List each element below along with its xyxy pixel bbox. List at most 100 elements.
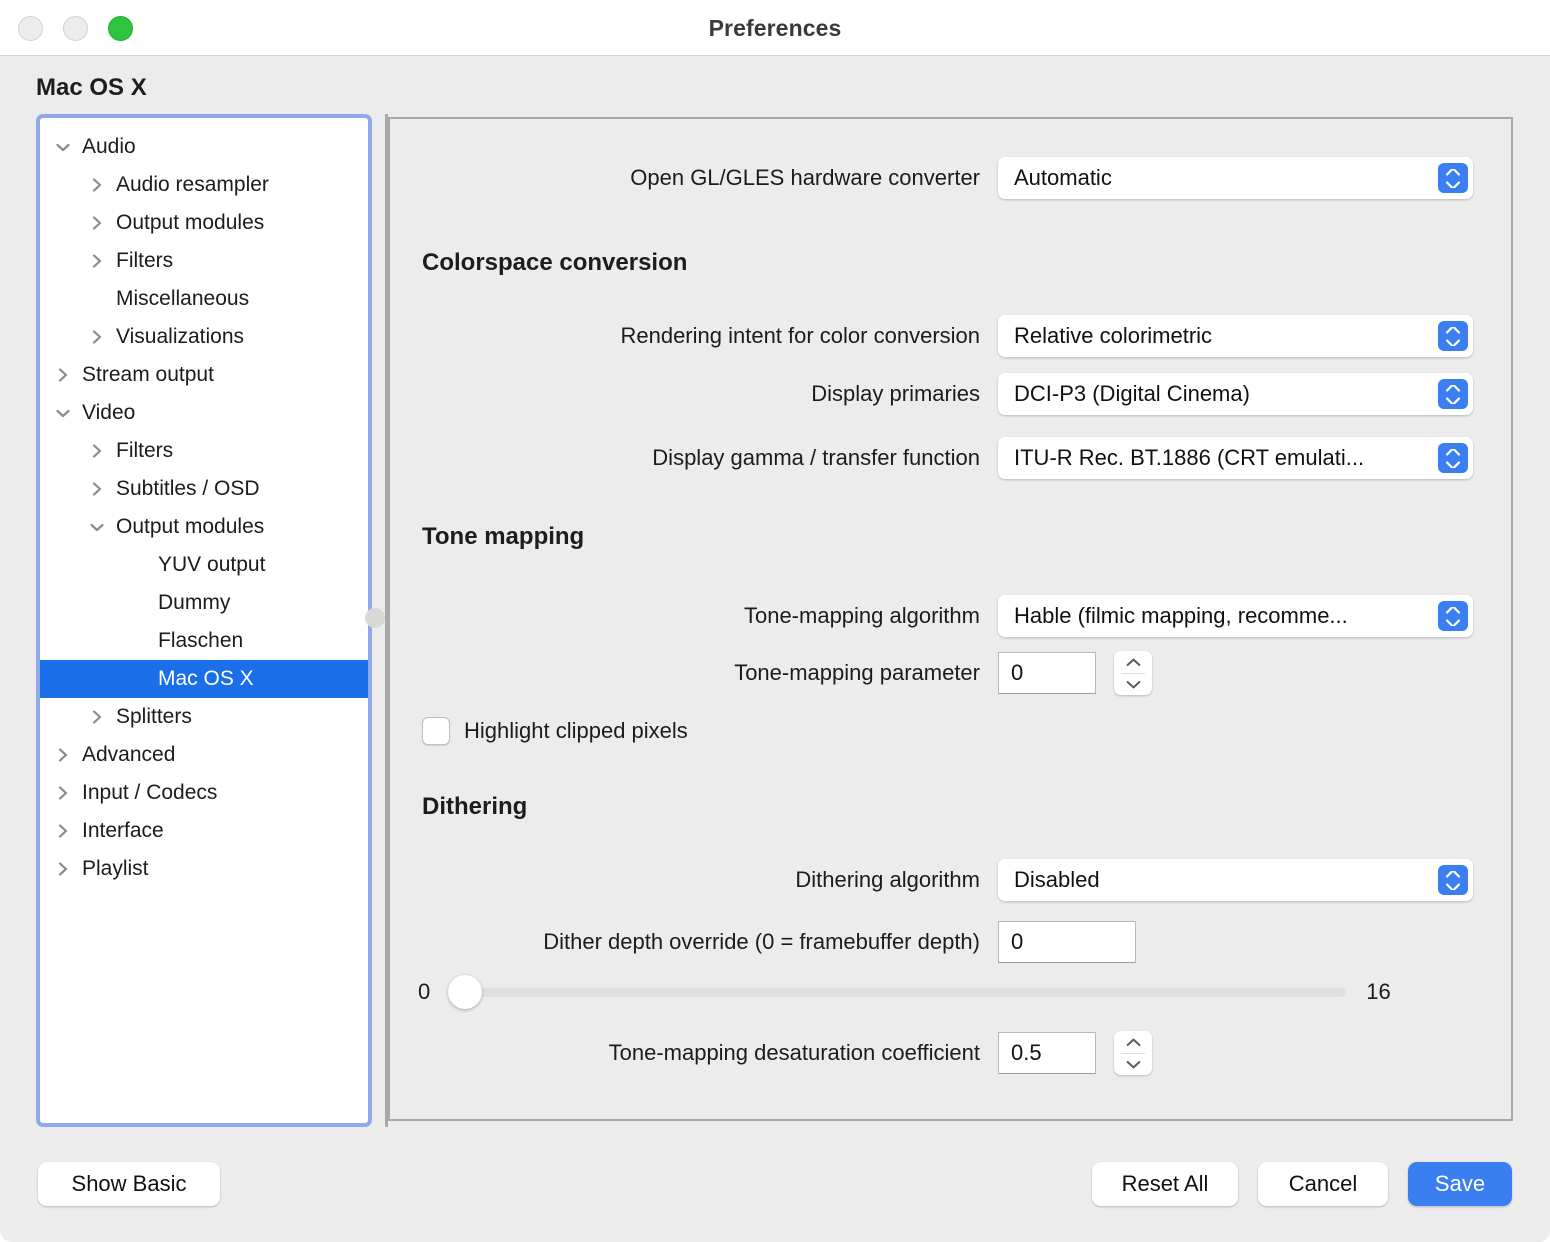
desaturation-coefficient-input[interactable]: 0.5	[998, 1032, 1096, 1074]
chevron-right-icon[interactable]	[50, 366, 76, 384]
stepper-up-icon[interactable]	[1126, 652, 1141, 673]
preferences-window: Preferences Mac OS X Audio Audio resample…	[0, 0, 1550, 1242]
tone-mapping-parameter-input[interactable]: 0	[998, 652, 1096, 694]
chevron-right-icon[interactable]	[84, 442, 110, 460]
sidebar-item-playlist[interactable]: Playlist	[40, 850, 368, 888]
chevron-placeholder-icon	[126, 632, 152, 650]
slider-thumb[interactable]	[448, 975, 483, 1009]
chevron-updown-icon	[1438, 379, 1468, 409]
sidebar-item-visualizations[interactable]: Visualizations	[40, 318, 368, 356]
sidebar-item-flaschen[interactable]: Flaschen	[40, 622, 368, 660]
sidebar-item-yuv-output[interactable]: YUV output	[40, 546, 368, 584]
dithering-algorithm-select[interactable]: Disabled	[998, 859, 1473, 901]
sidebar-item-audio[interactable]: Audio	[40, 128, 368, 166]
dither-depth-override-row: Dither depth override (0 = framebuffer d…	[390, 921, 1473, 963]
chevron-right-icon[interactable]	[84, 252, 110, 270]
display-gamma-select[interactable]: ITU-R Rec. BT.1886 (CRT emulati...	[998, 437, 1473, 479]
chevron-right-icon[interactable]	[84, 480, 110, 498]
stepper-up-icon[interactable]	[1126, 1032, 1141, 1053]
chevron-right-icon[interactable]	[84, 328, 110, 346]
display-gamma-row: Display gamma / transfer function ITU-R …	[390, 437, 1473, 479]
slider-max-label: 16	[1366, 979, 1391, 1004]
desaturation-coefficient-stepper[interactable]	[1114, 1031, 1152, 1075]
chevron-right-icon[interactable]	[50, 860, 76, 878]
preferences-sidebar[interactable]: Audio Audio resampler Output modules Filter…	[36, 114, 372, 1127]
sidebar-item-dummy[interactable]: Dummy	[40, 584, 368, 622]
tone-mapping-parameter-stepper[interactable]	[1114, 651, 1152, 695]
tone-mapping-algorithm-select[interactable]: Hable (filmic mapping, recomme...	[998, 595, 1473, 637]
opengl-converter-value: Automatic	[1014, 165, 1112, 190]
sidebar-item-subtitles-osd[interactable]: Subtitles / OSD	[40, 470, 368, 508]
slider-track	[448, 987, 1347, 997]
sidebar-item-output-modules[interactable]: Output modules	[40, 508, 368, 546]
dithering-algorithm-label: Dithering algorithm	[795, 867, 980, 892]
chevron-down-icon[interactable]	[50, 406, 76, 420]
sidebar-item-label: Stream output	[82, 363, 214, 386]
sidebar-item-interface[interactable]: Interface	[40, 812, 368, 850]
tone-mapping-parameter-row: Tone-mapping parameter 0	[390, 651, 1473, 695]
chevron-updown-icon	[1438, 865, 1468, 895]
sidebar-item-filters[interactable]: Filters	[40, 432, 368, 470]
chevron-right-icon[interactable]	[84, 214, 110, 232]
sidebar-item-video[interactable]: Video	[40, 394, 368, 432]
sidebar-item-output-modules[interactable]: Output modules	[40, 204, 368, 242]
splitter-handle[interactable]	[365, 608, 385, 628]
colorspace-heading: Colorspace conversion	[422, 249, 688, 276]
dithering-algorithm-row: Dithering algorithm Disabled	[390, 859, 1473, 901]
sidebar-item-audio-resampler[interactable]: Audio resampler	[40, 166, 368, 204]
sidebar-item-filters[interactable]: Filters	[40, 242, 368, 280]
sidebar-item-splitters[interactable]: Splitters	[40, 698, 368, 736]
sidebar-item-label: Playlist	[82, 857, 149, 880]
highlight-clipped-pixels-checkbox[interactable]	[422, 717, 450, 745]
page-title: Mac OS X	[36, 74, 147, 101]
chevron-right-icon[interactable]	[50, 746, 76, 764]
stepper-down-icon[interactable]	[1126, 1054, 1141, 1075]
opengl-converter-select[interactable]: Automatic	[998, 157, 1473, 199]
title-bar: Preferences	[0, 0, 1550, 56]
chevron-updown-icon	[1438, 443, 1468, 473]
sidebar-item-label: Input / Codecs	[82, 781, 218, 804]
highlight-clipped-pixels-label: Highlight clipped pixels	[464, 718, 688, 743]
chevron-right-icon[interactable]	[50, 822, 76, 840]
sidebar-item-input-codecs[interactable]: Input / Codecs	[40, 774, 368, 812]
sidebar-item-advanced[interactable]: Advanced	[40, 736, 368, 774]
sidebar-item-stream-output[interactable]: Stream output	[40, 356, 368, 394]
save-button[interactable]: Save	[1408, 1162, 1512, 1206]
chevron-placeholder-icon	[126, 670, 152, 688]
chevron-placeholder-icon	[126, 556, 152, 574]
dithering-algorithm-value: Disabled	[1014, 867, 1100, 892]
opengl-converter-label: Open GL/GLES hardware converter	[630, 165, 980, 190]
chevron-right-icon[interactable]	[84, 176, 110, 194]
show-basic-button[interactable]: Show Basic	[38, 1162, 220, 1206]
settings-panel: Open GL/GLES hardware converter Automati…	[388, 117, 1513, 1121]
reset-all-button[interactable]: Reset All	[1092, 1162, 1238, 1206]
display-primaries-select[interactable]: DCI-P3 (Digital Cinema)	[998, 373, 1473, 415]
sidebar-item-mac-os-x[interactable]: Mac OS X	[40, 660, 368, 698]
cancel-button[interactable]: Cancel	[1258, 1162, 1388, 1206]
chevron-down-icon[interactable]	[84, 520, 110, 534]
dither-depth-slider[interactable]	[448, 975, 1347, 1009]
chevron-right-icon[interactable]	[84, 708, 110, 726]
highlight-clipped-pixels-row[interactable]: Highlight clipped pixels	[422, 717, 688, 745]
chevron-updown-icon	[1438, 321, 1468, 351]
rendering-intent-select[interactable]: Relative colorimetric	[998, 315, 1473, 357]
stepper-down-icon[interactable]	[1126, 674, 1141, 695]
display-primaries-label: Display primaries	[811, 381, 980, 406]
sidebar-item-label: Advanced	[82, 743, 176, 766]
dithering-heading: Dithering	[422, 793, 528, 820]
chevron-updown-icon	[1438, 163, 1468, 193]
rendering-intent-value: Relative colorimetric	[1014, 323, 1213, 348]
sidebar-item-label: YUV output	[158, 553, 266, 576]
chevron-updown-icon	[1438, 601, 1468, 631]
dither-depth-override-label: Dither depth override (0 = framebuffer d…	[543, 929, 980, 954]
chevron-right-icon[interactable]	[50, 784, 76, 802]
window-title: Preferences	[708, 14, 842, 41]
sidebar-item-label: Mac OS X	[158, 667, 254, 690]
sidebar-item-miscellaneous[interactable]: Miscellaneous	[40, 280, 368, 318]
sidebar-item-label: Splitters	[116, 705, 192, 728]
dither-depth-override-input[interactable]: 0	[998, 921, 1136, 963]
chevron-down-icon[interactable]	[50, 140, 76, 154]
opengl-converter-row: Open GL/GLES hardware converter Automati…	[390, 157, 1473, 199]
display-primaries-value: DCI-P3 (Digital Cinema)	[1014, 381, 1250, 406]
sidebar-item-label: Output modules	[116, 515, 265, 538]
